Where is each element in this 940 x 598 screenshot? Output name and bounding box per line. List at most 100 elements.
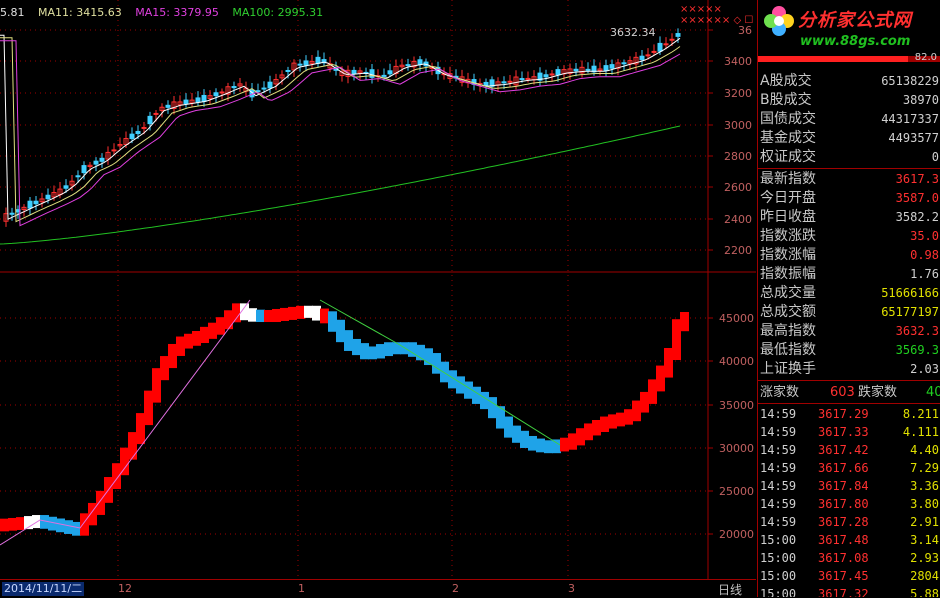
indicator-block — [248, 308, 257, 322]
quote-row: A股成交 65138229 — [758, 72, 940, 91]
tick-volume: 3.36 — [910, 479, 939, 493]
indicator-block — [512, 425, 521, 443]
quote-row: 最低指数 3569.3 — [758, 341, 940, 360]
tick-time: 15:00 — [760, 587, 797, 597]
quote-value: 0.98 — [910, 248, 939, 262]
progress-label: 82.0 — [914, 52, 937, 63]
chart-area[interactable]: 36 3400 3200 3000 2800 2600 2400 2200 45000 40000… — [0, 0, 756, 598]
indicator-block — [232, 303, 241, 323]
quote-row: 指数涨幅 0.98 — [758, 246, 940, 265]
up-count-label: 涨家数 — [760, 385, 800, 400]
tick-row[interactable]: 14:59 3617.80 3.80 — [758, 495, 940, 513]
tick-volume: 8.211 — [902, 407, 939, 421]
indicator-block — [64, 520, 73, 534]
tick-row[interactable]: 15:00 3617.32 5.88 — [758, 585, 940, 597]
indicator-block — [176, 336, 185, 356]
indicator-block — [560, 437, 569, 452]
candle-body — [651, 50, 657, 53]
candle-body — [75, 175, 81, 178]
ma100-line — [0, 125, 681, 245]
indicator-block — [592, 420, 601, 436]
candle-body — [27, 200, 33, 209]
indicator-block — [520, 430, 529, 448]
tick-list[interactable]: 14:59 3617.29 8.211 14:59 3617.33 4.111 14:59 3… — [758, 405, 940, 597]
candle-body — [45, 194, 51, 200]
quote-row: 上证换手 2.03 — [758, 360, 940, 379]
ma11-line — [0, 37, 681, 223]
indicator-block — [344, 330, 353, 351]
indicator-block — [296, 305, 305, 319]
updown-row: 涨家数 603 跌家数 40 — [758, 383, 940, 403]
month-label-12: 12 — [118, 582, 132, 595]
candle-body — [165, 104, 171, 108]
quote-row: B股成交 38970 — [758, 91, 940, 110]
tick-row[interactable]: 14:59 3617.28 2.91 — [758, 513, 940, 531]
quote-row: 基金成交 4493577 — [758, 129, 940, 148]
candle-body — [297, 63, 303, 66]
tick-volume: 4.111 — [902, 425, 939, 439]
month-label-3: 3 — [568, 582, 575, 595]
tick-time: 14:59 — [760, 407, 797, 421]
tick-price: 3617.08 — [818, 551, 869, 565]
tick-row[interactable]: 14:59 3617.66 7.29 — [758, 459, 940, 477]
indicator-block — [384, 342, 393, 357]
indicator-block — [224, 310, 233, 330]
tick-row[interactable]: 14:59 3617.33 4.111 — [758, 423, 940, 441]
section-divider — [758, 168, 940, 169]
indicator-block — [576, 428, 585, 446]
tick-row[interactable]: 14:59 3617.84 3.36 — [758, 477, 940, 495]
indicator-block — [608, 414, 617, 429]
candle-body — [657, 42, 663, 52]
section-divider-2 — [758, 380, 940, 381]
tick-price: 3617.32 — [818, 587, 869, 597]
candle-body — [603, 65, 609, 71]
candle-body — [231, 86, 237, 89]
indicator-block — [216, 317, 225, 335]
tick-volume: 3.14 — [910, 533, 939, 547]
tick-row[interactable]: 14:59 3617.42 4.40 — [758, 441, 940, 459]
tick-volume: 5.88 — [910, 587, 939, 597]
candle-body — [183, 99, 189, 105]
quote-value: 65177197 — [881, 305, 939, 319]
tick-time: 14:59 — [760, 425, 797, 439]
candle-body — [303, 60, 309, 66]
month-label-2: 2 — [452, 582, 459, 595]
tick-price: 3617.48 — [818, 533, 869, 547]
indicator-block — [280, 307, 289, 321]
indicator-block — [96, 490, 105, 515]
tick-row[interactable]: 14:59 3617.29 8.211 — [758, 405, 940, 423]
quote-label: 昨日收盘 — [760, 209, 816, 225]
indicator-block — [640, 391, 649, 413]
quote-row: 国债成交 44317337 — [758, 110, 940, 129]
ma5-value: 5.81 — [0, 6, 25, 19]
period-button[interactable]: 日线 — [718, 581, 742, 598]
tick-time: 14:59 — [760, 497, 797, 511]
candle-body — [147, 115, 153, 125]
indicator-block — [368, 346, 377, 360]
upper-axis-label: 3400 — [724, 55, 752, 68]
candle-body — [639, 55, 645, 61]
indicator-block — [80, 513, 89, 536]
indicator-block — [144, 390, 153, 426]
quote-value: 44317337 — [881, 112, 939, 126]
quote-value: 0 — [931, 150, 939, 164]
lower-axis-label: 25000 — [719, 485, 754, 498]
toolbar-icons[interactable]: ××××× ×××××× ◇ ☐ — [680, 4, 756, 26]
date-cursor[interactable]: 2014/11/11/二 — [2, 582, 85, 596]
indicator-block — [584, 423, 593, 441]
tick-row[interactable]: 15:00 3617.48 3.14 — [758, 531, 940, 549]
lower-axis-label: 40000 — [719, 355, 754, 368]
tick-row[interactable]: 15:00 3617.45 2804 — [758, 567, 940, 585]
quote-label: 上证换手 — [760, 361, 816, 377]
quote-label: 国债成交 — [760, 111, 816, 127]
indicator-block — [352, 338, 361, 356]
indicator-block — [56, 518, 65, 533]
site-logo[interactable]: 分析家公式网 www.88gs.com — [758, 0, 940, 56]
candle-body — [405, 64, 411, 67]
candle-body — [111, 149, 117, 152]
quote-value: 3632.3 — [895, 324, 939, 338]
indicator-block — [160, 356, 169, 381]
kline-chart[interactable]: 3634003200300028002600240022004500040000… — [0, 0, 756, 597]
candle-body — [675, 33, 681, 37]
tick-row[interactable]: 15:00 3617.08 2.93 — [758, 549, 940, 567]
